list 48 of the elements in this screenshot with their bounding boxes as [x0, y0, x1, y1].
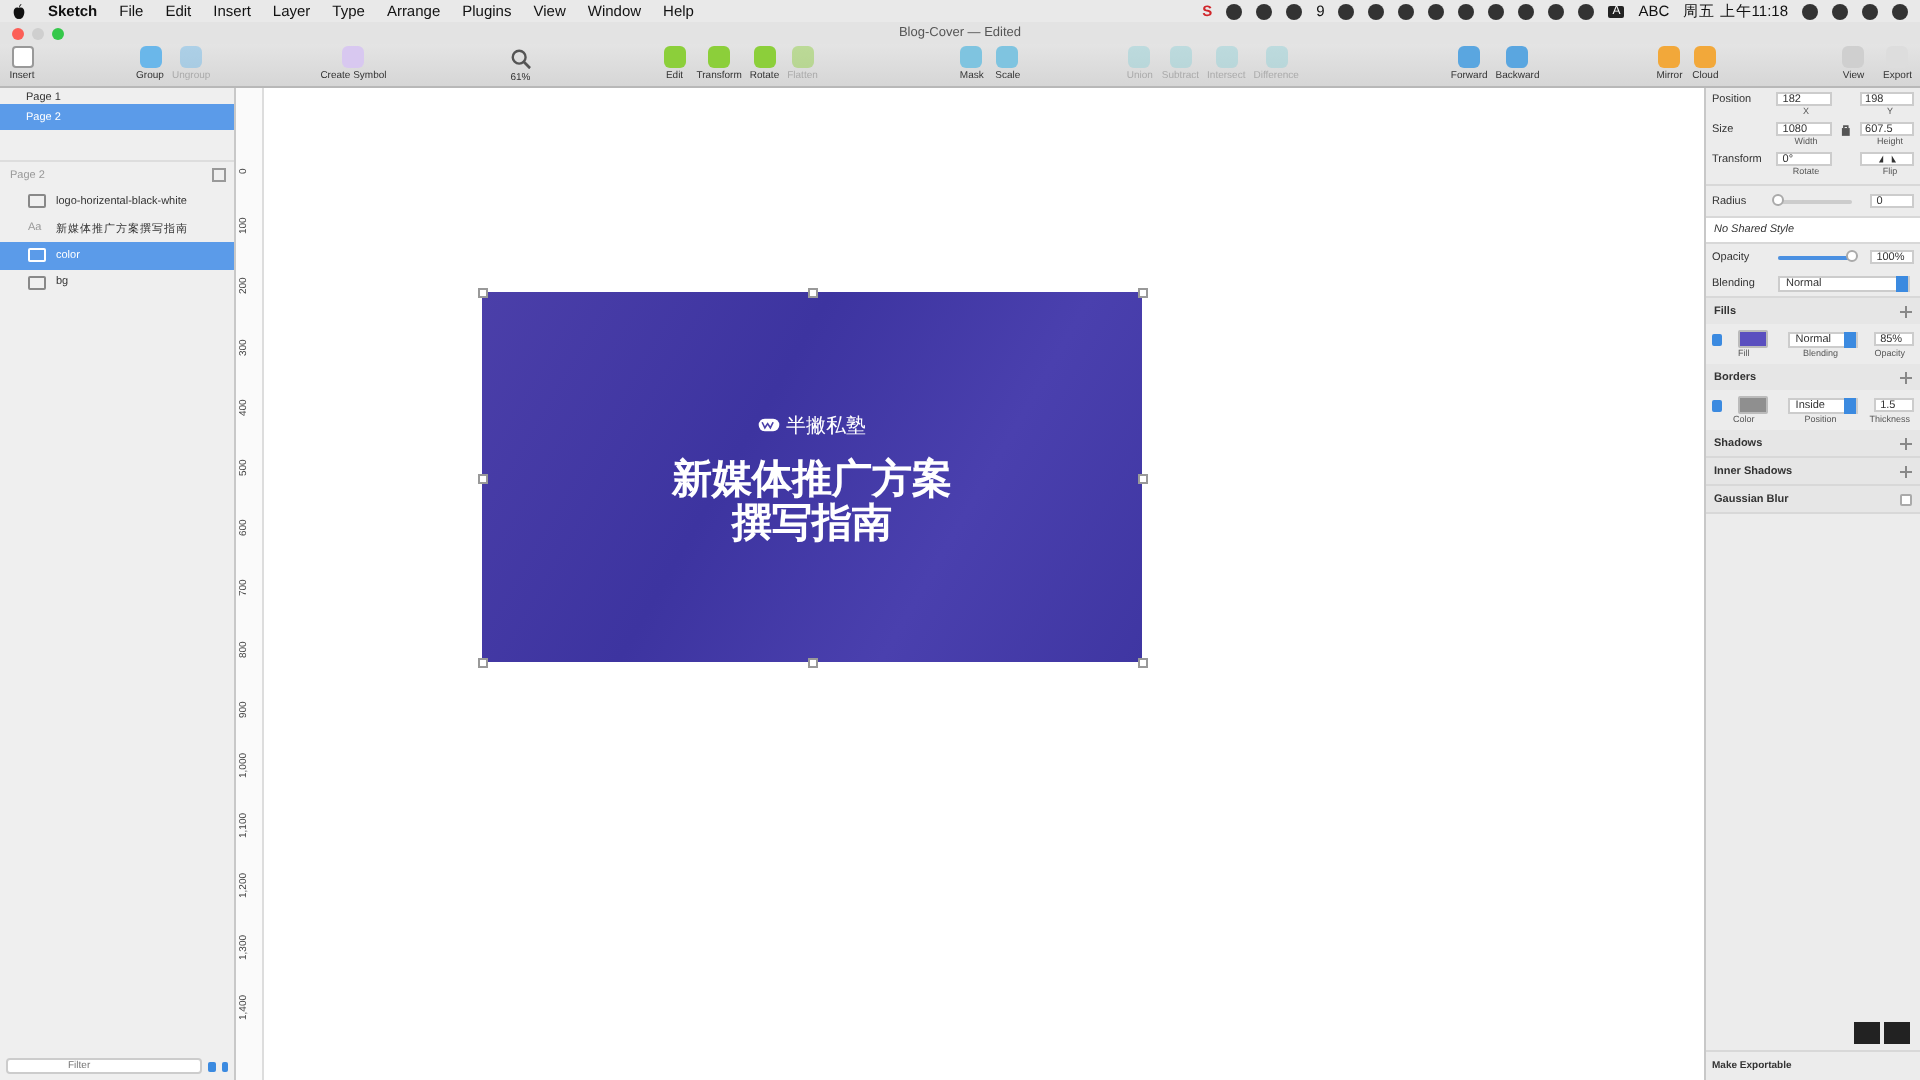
- selection-handle[interactable]: [1138, 473, 1148, 483]
- plus-icon[interactable]: [1900, 465, 1912, 477]
- slider-thumb[interactable]: [1846, 249, 1859, 261]
- color-swatch[interactable]: [1738, 396, 1769, 414]
- status-circle-icon[interactable]: [1488, 3, 1505, 19]
- status-circle-icon[interactable]: [1256, 3, 1273, 19]
- image-layer-icon: [28, 194, 46, 209]
- selection-handle[interactable]: [808, 288, 818, 298]
- zoom-button[interactable]: [52, 27, 64, 39]
- logo-icon: [758, 418, 780, 432]
- cover-title: 新媒体推广方案: [672, 455, 952, 499]
- cover-title: 撰写指南: [731, 499, 892, 543]
- status-circle-icon[interactable]: [1548, 3, 1565, 19]
- status-circle-icon[interactable]: [1862, 3, 1878, 19]
- apple-icon[interactable]: [12, 3, 26, 19]
- selection-handle[interactable]: [478, 658, 488, 668]
- selection-handle[interactable]: [1138, 288, 1148, 298]
- status-circle-icon[interactable]: [1398, 3, 1415, 19]
- close-button[interactable]: [12, 27, 24, 39]
- lock-icon[interactable]: [1837, 123, 1854, 135]
- checkbox[interactable]: [1712, 399, 1723, 411]
- selection-handle[interactable]: [478, 288, 488, 298]
- flip-icon[interactable]: [1859, 152, 1915, 166]
- selection-handle[interactable]: [1138, 658, 1148, 668]
- status-circle-icon[interactable]: [1226, 3, 1243, 19]
- brand-name: 半撇私塾: [786, 413, 866, 439]
- status-circle-icon[interactable]: [1338, 3, 1355, 19]
- status-circle-icon[interactable]: [1368, 3, 1385, 19]
- status-circle-icon[interactable]: [1518, 3, 1535, 19]
- status-circle-icon[interactable]: [1892, 3, 1908, 19]
- collapse-icon[interactable]: [212, 168, 226, 182]
- color-swatch[interactable]: [1738, 330, 1769, 348]
- status-circle-icon[interactable]: [1428, 3, 1445, 19]
- plus-icon[interactable]: [1900, 305, 1912, 317]
- status-circle-icon[interactable]: [1802, 3, 1818, 19]
- artboard[interactable]: 半撇私塾 新媒体推广方案 撰写指南: [482, 292, 1142, 662]
- status-circle-icon[interactable]: [1458, 3, 1475, 19]
- checkbox[interactable]: [1900, 493, 1912, 505]
- status-circle-icon[interactable]: [1832, 3, 1848, 19]
- selection-handle[interactable]: [478, 473, 488, 483]
- plus-icon[interactable]: [1900, 437, 1912, 449]
- status-circle-icon[interactable]: [1578, 3, 1595, 19]
- zoom-icon[interactable]: [509, 47, 532, 69]
- plus-icon[interactable]: [1900, 371, 1912, 383]
- checkbox[interactable]: [1712, 333, 1723, 345]
- status-circle-icon[interactable]: [1286, 3, 1303, 19]
- selection-handle[interactable]: [808, 658, 818, 668]
- slider-thumb[interactable]: [1771, 193, 1784, 205]
